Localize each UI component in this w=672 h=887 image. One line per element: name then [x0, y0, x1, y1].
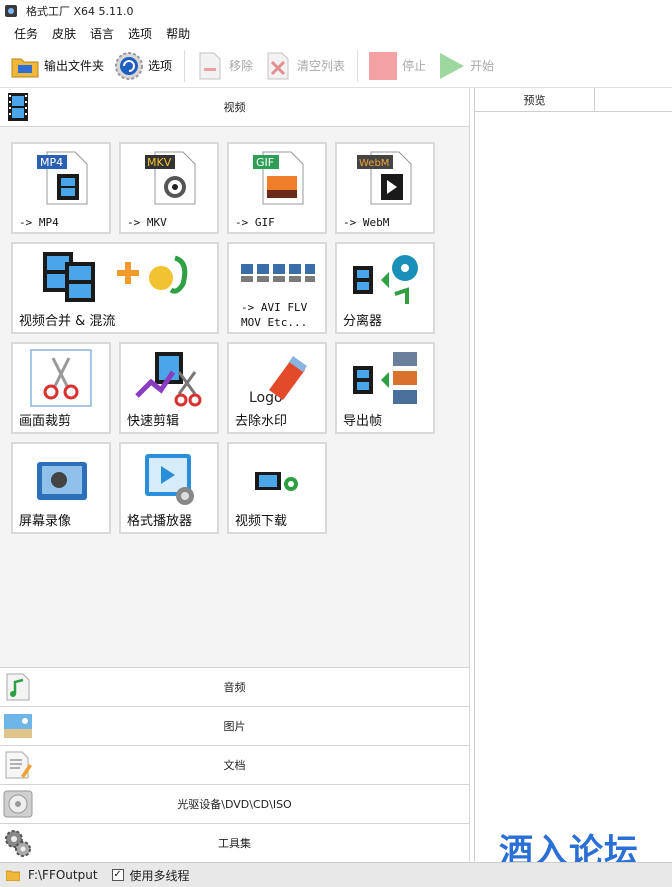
clear-list-button[interactable]: 清空列表 [259, 49, 349, 83]
preview-panel: 预览 酒入论坛 [474, 88, 672, 872]
mp4-file-icon: MP4 [37, 151, 88, 205]
quick-clip-icon [135, 352, 202, 407]
disc-drive-icon [3, 790, 33, 818]
title-bar: 格式工厂 X64 5.11.0 [0, 0, 672, 22]
video-merge-icon [43, 252, 188, 302]
screen-record-icon [37, 462, 87, 500]
status-bar: F:\FFOutput ✓ 使用多线程 [0, 862, 672, 887]
menu-tasks[interactable]: 任务 [8, 25, 44, 42]
player-icon [145, 454, 194, 505]
tile-screen-record[interactable]: 屏幕录像 [11, 442, 111, 534]
gear-icon [114, 51, 144, 81]
picture-icon [4, 714, 32, 738]
app-logo-icon [5, 5, 17, 17]
tile-format-player[interactable]: 格式播放器 [119, 442, 219, 534]
category-audio-header[interactable]: 音频 [0, 667, 469, 706]
start-button[interactable]: 开始 [432, 49, 498, 83]
tile-crop[interactable]: 画面裁剪 [11, 342, 111, 434]
category-disc-header[interactable]: 光驱设备\DVD\CD\ISO [0, 784, 469, 823]
gif-file-icon: GIF [253, 151, 304, 205]
stop-icon [368, 51, 398, 81]
toolbar-separator [184, 49, 186, 82]
tile-to-gif[interactable]: GIF -> GIF [227, 142, 327, 234]
tile-to-webm[interactable]: WebM -> WebM [335, 142, 435, 234]
document-remove-icon [195, 51, 225, 81]
tile-to-mp4[interactable]: MP4 -> MP4 [11, 142, 111, 234]
menu-skin[interactable]: 皮肤 [46, 25, 82, 42]
tile-video-merge-mux[interactable]: 视频合并 & 混流 [11, 242, 219, 334]
folder-icon [10, 51, 40, 81]
svg-text:GIF: GIF [256, 156, 274, 169]
eraser-icon: Logo [249, 356, 307, 406]
tile-export-frames[interactable]: 导出帧 [335, 342, 435, 434]
tile-to-mkv[interactable]: MKV -> MKV [119, 142, 219, 234]
tile-quick-clip[interactable]: 快速剪辑 [119, 342, 219, 434]
category-video-header[interactable]: 视频 [0, 88, 469, 127]
preview-header: 预览 [475, 88, 672, 112]
clear-list-icon [263, 51, 293, 81]
splitter-icon [353, 255, 418, 304]
task-category-panel: 视频 MP4 -> MP4 MKV -> MKV GIF -> GIF WebM… [0, 88, 470, 862]
video-tools-grid: MP4 -> MP4 MKV -> MKV GIF -> GIF WebM ->… [0, 127, 469, 667]
crop-scissors-icon [30, 349, 92, 407]
svg-text:MP4: MP4 [40, 156, 63, 169]
play-icon [436, 51, 466, 81]
tile-splitter[interactable]: 分离器 [335, 242, 435, 334]
menu-bar: 任务 皮肤 语言 选项 帮助 [0, 22, 672, 44]
menu-help[interactable]: 帮助 [160, 25, 196, 42]
multithread-label[interactable]: 使用多线程 [130, 867, 190, 884]
music-note-icon [6, 673, 30, 701]
output-folder-button[interactable]: 输出文件夹 [6, 49, 108, 83]
stop-button[interactable]: 停止 [364, 49, 430, 83]
output-path[interactable]: F:\FFOutput [28, 868, 98, 882]
category-document-header[interactable]: 文档 [0, 745, 469, 784]
tile-to-avi-flv-mov[interactable]: -> AVI FLV MOV Etc... [227, 242, 327, 334]
output-folder-icon[interactable] [6, 869, 20, 881]
other-categories: 音频 图片 文档 光驱设备\DVD\CD\ISO 工具集 [0, 667, 469, 862]
options-button[interactable]: 选项 [110, 49, 176, 83]
tile-remove-watermark[interactable]: Logo 去除水印 [227, 342, 327, 434]
mkv-file-icon: MKV [145, 151, 196, 205]
video-download-icon [255, 472, 298, 491]
menu-language[interactable]: 语言 [84, 25, 120, 42]
document-icon [5, 751, 32, 779]
webm-file-icon: WebM [357, 151, 412, 205]
checkmark-icon: ✓ [113, 869, 122, 880]
category-image-header[interactable]: 图片 [0, 706, 469, 745]
tile-video-download[interactable]: 视频下载 [227, 442, 327, 534]
multithread-checkbox[interactable]: ✓ [111, 869, 124, 881]
toolbox-gear-icon [5, 830, 31, 857]
toolbar: 输出文件夹 选项 移除 清空列表 停止 开始 [0, 44, 672, 88]
window-title: 格式工厂 X64 5.11.0 [26, 5, 134, 18]
tile-avi-labels: -> AVI FLV MOV Etc... [241, 301, 308, 329]
menu-options[interactable]: 选项 [122, 25, 158, 42]
svg-text:WebM: WebM [359, 158, 389, 169]
toolbar-separator [357, 49, 359, 82]
svg-text:MKV: MKV [147, 156, 172, 169]
preview-column-header[interactable]: 预览 [475, 88, 595, 111]
category-toolbox-header[interactable]: 工具集 [0, 823, 469, 862]
export-frames-icon [353, 352, 417, 404]
remove-button[interactable]: 移除 [191, 49, 257, 83]
film-strip-icon [8, 93, 28, 121]
